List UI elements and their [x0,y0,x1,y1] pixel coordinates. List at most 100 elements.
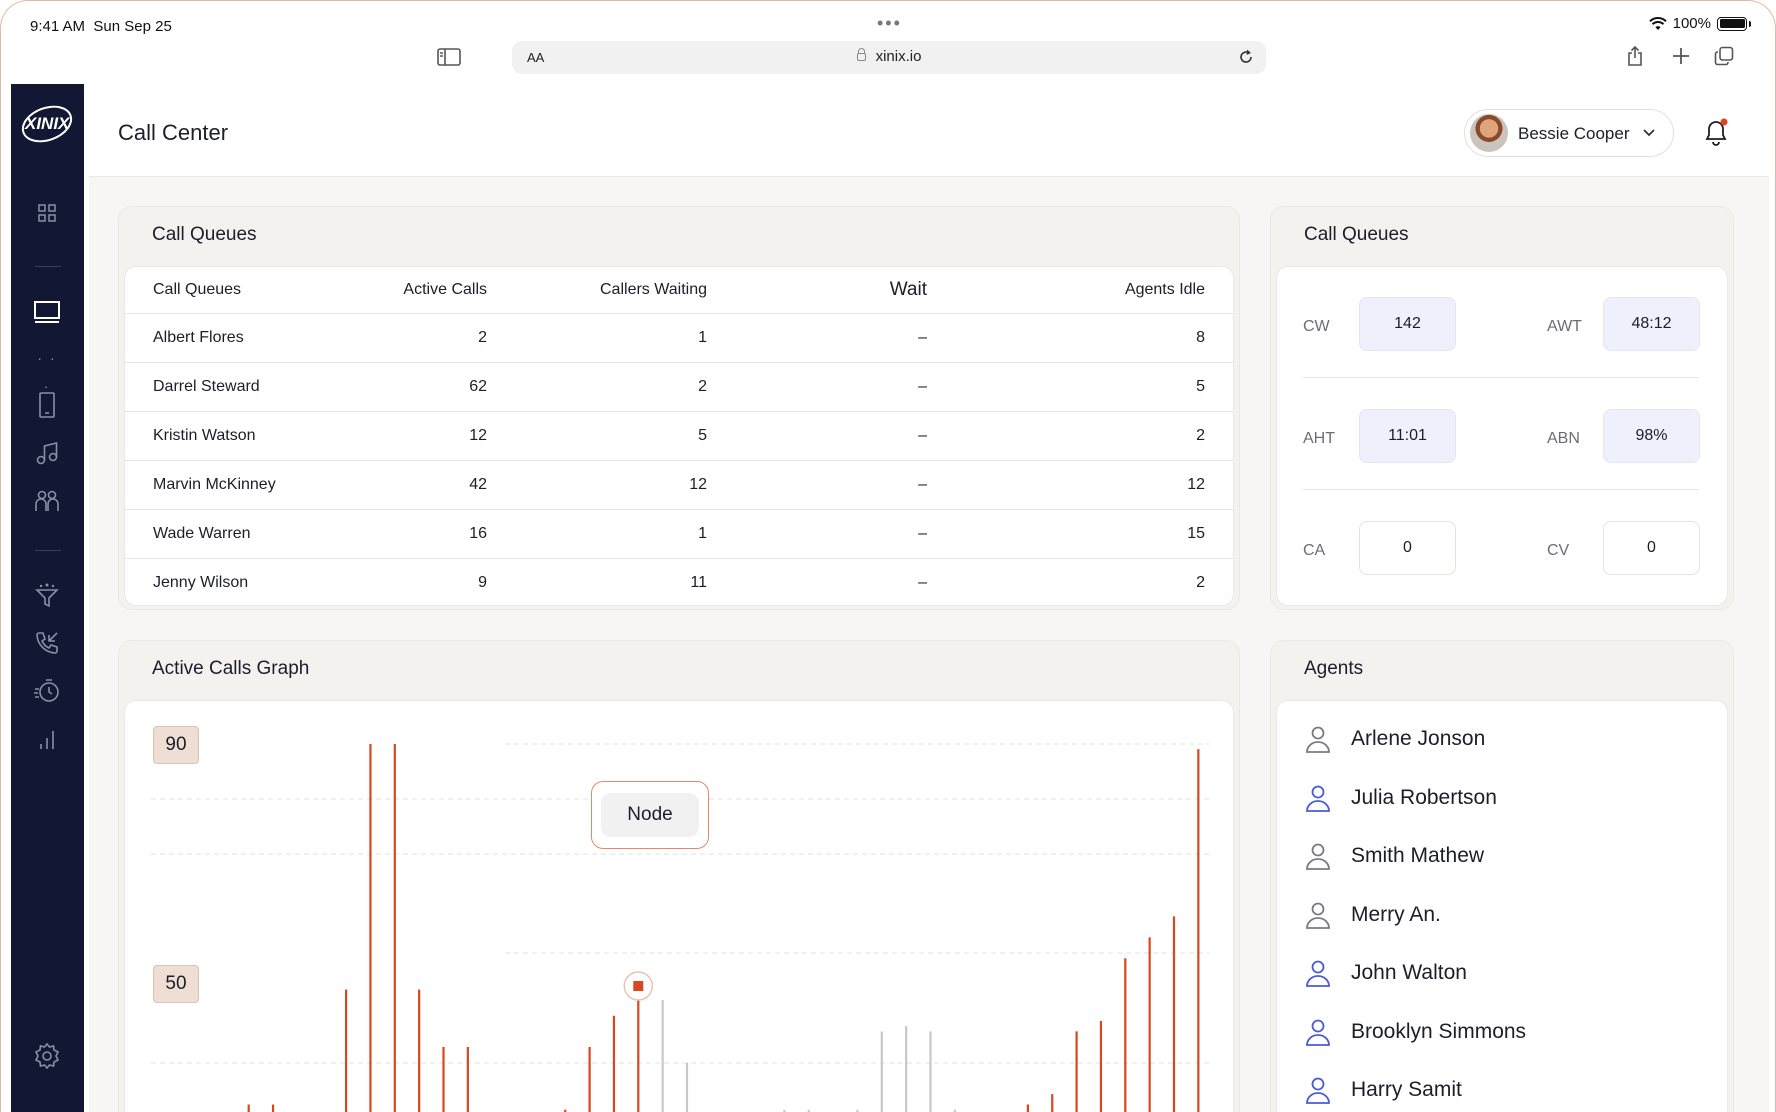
table-cell: 1 [515,509,735,559]
agent-list-item[interactable]: Brooklyn Simmons [1305,1012,1526,1052]
tablet-icon[interactable] [33,391,61,419]
agent-name: Merry An. [1351,902,1441,926]
table-row[interactable]: Marvin McKinney 42 12–12 [125,460,1233,510]
table-cell: Jenny Wilson [153,573,249,591]
table-cell: Marvin McKinney [125,460,375,510]
table-header-row: Call Queues Active Calls Callers Waiting… [125,267,1233,314]
queues-table-body: Albert Flores 2 1–8 Darrel Steward 62 2–5 Kris… [125,313,1233,605]
new-tab-icon[interactable] [1672,47,1690,65]
table-cell: – [735,411,955,461]
xinix-logo[interactable]: XINIX [21,104,75,146]
table-cell: 15 [955,509,1233,559]
stat-label-abn: ABN [1547,430,1580,447]
table-cell: 2 [955,411,1233,461]
avatar [1470,114,1508,152]
table-row[interactable]: Kristin Watson 12 5–2 [125,411,1233,461]
card-title: Call Queues [152,224,257,245]
stats-container: CW 142 AWT 48:12 AHT 11:01 ABN 98% CA 0 … [1276,266,1728,606]
user-icon [1306,960,1330,987]
column-header-active-calls[interactable]: Active Calls [375,267,515,314]
table-cell: 12 [955,460,1233,510]
table-row[interactable]: Albert Flores 2 1–8 [125,313,1233,363]
table-cell: 2 [1196,573,1205,591]
node-marker-dot [633,981,644,992]
graph-container: 90 50 Node [124,700,1234,1112]
table-row[interactable]: Darrel Steward 62 2–5 [125,362,1233,412]
battery-percent: 100% [1672,15,1711,32]
table-cell: Darrel Steward [125,362,375,412]
user-menu-button[interactable]: Bessie Cooper [1464,109,1674,157]
stat-label-aht: AHT [1303,430,1335,447]
table-cell: Albert Flores [125,313,375,363]
user-icon [1306,785,1330,812]
node-tooltip: Node [591,781,709,849]
tooltip-label: Node [601,793,699,837]
incoming-call-icon[interactable] [33,629,61,657]
timer-icon[interactable] [33,677,61,705]
table-cell: 9 [478,573,487,591]
table-cell: Wade Warren [125,509,375,559]
agents-card: Agents Arlene Jonson Julia Robertson Smith… [1270,640,1734,1112]
status-time: 9:41 AM Sun Sep 25 [30,18,172,35]
table-row[interactable]: Wade Warren 16 1–15 [125,509,1233,559]
stat-value-ca: 0 [1359,521,1456,575]
table-cell: 11 [690,573,707,591]
user-icon [1306,902,1330,929]
user-icon [1306,1077,1330,1104]
bar-chart-icon[interactable] [33,725,61,753]
column-header-agents-idle[interactable]: Agents Idle [955,267,1233,314]
more-dots-icon[interactable]: · · · [33,344,61,394]
table-cell: 12 [515,460,735,510]
column-header-callers-waiting[interactable]: Callers Waiting [515,267,735,314]
agents-list: Arlene Jonson Julia Robertson Smith Mathew… [1276,700,1728,1112]
settings-gear-icon[interactable] [33,1042,61,1070]
card-title: Call Queues [1304,224,1409,245]
active-calls-graph-card: Active Calls Graph 90 50 Node [118,640,1240,1112]
stat-value-cw: 142 [1359,297,1456,351]
table-cell: – [735,313,955,363]
page-title: Call Center [118,120,229,145]
active-calls-chart [151,743,1209,1112]
table-cell: 42 [375,460,515,510]
agent-list-item[interactable]: Arlene Jonson [1305,719,1485,759]
agent-list-item[interactable]: Merry An. [1305,895,1441,935]
tabs-overview-icon[interactable] [1714,46,1734,66]
monitor-icon[interactable] [33,297,61,325]
stat-value-cv: 0 [1603,521,1700,575]
address-bar[interactable]: AA xinix.io [512,41,1266,74]
agent-list-item[interactable]: John Walton [1305,953,1467,993]
agent-list-item[interactable]: Harry Samit [1305,1070,1462,1110]
table-row[interactable]: Jenny Wilson 9 11 – 2 [125,558,1233,605]
stat-value-aht: 11:01 [1359,409,1456,463]
table-cell: 2 [375,313,515,363]
table-cell: 8 [955,313,1233,363]
agent-name: Arlene Jonson [1351,727,1486,750]
agent-list-item[interactable]: Smith Mathew [1305,836,1484,876]
agent-name: John Walton [1351,961,1467,984]
agent-name: Smith Mathew [1351,844,1485,867]
notification-bell-icon[interactable] [1703,117,1729,147]
battery-icon [1717,16,1751,31]
y-axis-label-90: 90 [153,726,199,764]
sidebar-toggle-icon[interactable] [437,48,461,66]
card-title: Active Calls Graph [152,658,310,679]
agent-name: Julia Robertson [1351,785,1497,809]
column-header-wait[interactable]: Wait [735,267,955,314]
team-users-icon[interactable] [33,487,61,515]
table-cell: – [735,362,955,412]
sidebar-divider [35,550,61,551]
column-header-queue[interactable]: Call Queues [125,267,375,314]
agent-list-item[interactable]: Julia Robertson [1305,778,1497,818]
table-cell: – [918,573,927,591]
stat-label-ca: CA [1303,542,1326,559]
queues-table-container: Call Queues Active Calls Callers Waiting… [124,266,1234,606]
user-name: Bessie Cooper [1518,124,1630,143]
more-dots-icon[interactable]: ••• [877,13,902,34]
share-icon[interactable] [1626,45,1644,67]
reload-icon[interactable] [1238,49,1254,65]
music-note-icon[interactable] [33,439,61,467]
dashboard-grid-icon[interactable] [33,199,61,227]
funnel-icon[interactable] [33,581,61,609]
stat-value-awt: 48:12 [1603,297,1700,351]
wifi-icon [1648,16,1667,30]
